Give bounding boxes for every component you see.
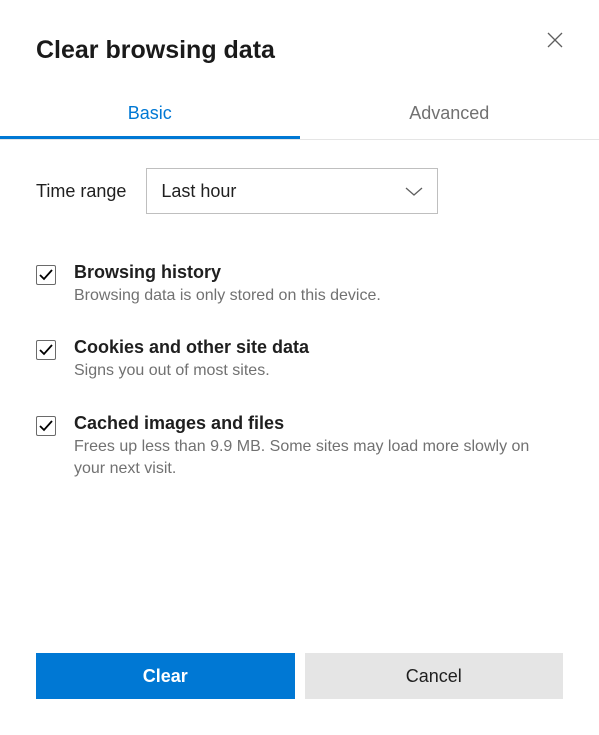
chevron-down-icon <box>405 181 423 202</box>
clear-browsing-data-dialog: Clear browsing data Basic Advanced Time … <box>0 0 599 735</box>
clear-button[interactable]: Clear <box>36 653 295 699</box>
tab-bar: Basic Advanced <box>0 89 599 140</box>
checkbox-cached[interactable] <box>36 416 56 436</box>
tab-advanced[interactable]: Advanced <box>300 89 599 139</box>
option-description: Browsing data is only stored on this dev… <box>74 285 563 307</box>
time-range-select[interactable]: Last hour <box>146 168 438 214</box>
option-list: Browsing history Browsing data is only s… <box>36 262 563 481</box>
option-title: Cached images and files <box>74 413 563 434</box>
check-icon <box>39 420 53 432</box>
close-icon <box>547 32 563 48</box>
option-text: Cached images and files Frees up less th… <box>74 413 563 481</box>
checkbox-cookies[interactable] <box>36 340 56 360</box>
option-cached: Cached images and files Frees up less th… <box>36 413 563 481</box>
time-range-value: Last hour <box>161 181 236 202</box>
cancel-button[interactable]: Cancel <box>305 653 564 699</box>
option-title: Cookies and other site data <box>74 337 563 358</box>
close-button[interactable] <box>543 28 567 52</box>
option-description: Signs you out of most sites. <box>74 360 563 382</box>
check-icon <box>39 269 53 281</box>
dialog-footer: Clear Cancel <box>36 653 563 735</box>
time-range-row: Time range Last hour <box>36 168 563 214</box>
tab-basic[interactable]: Basic <box>0 89 300 139</box>
check-icon <box>39 344 53 356</box>
option-title: Browsing history <box>74 262 563 283</box>
time-range-select-wrapper: Last hour <box>146 168 438 214</box>
time-range-label: Time range <box>36 181 126 202</box>
checkbox-browsing-history[interactable] <box>36 265 56 285</box>
option-text: Browsing history Browsing data is only s… <box>74 262 563 307</box>
option-cookies: Cookies and other site data Signs you ou… <box>36 337 563 382</box>
option-browsing-history: Browsing history Browsing data is only s… <box>36 262 563 307</box>
dialog-content: Time range Last hour Browsing history Br… <box>36 140 563 633</box>
dialog-title: Clear browsing data <box>36 36 563 65</box>
option-text: Cookies and other site data Signs you ou… <box>74 337 563 382</box>
option-description: Frees up less than 9.9 MB. Some sites ma… <box>74 436 563 481</box>
